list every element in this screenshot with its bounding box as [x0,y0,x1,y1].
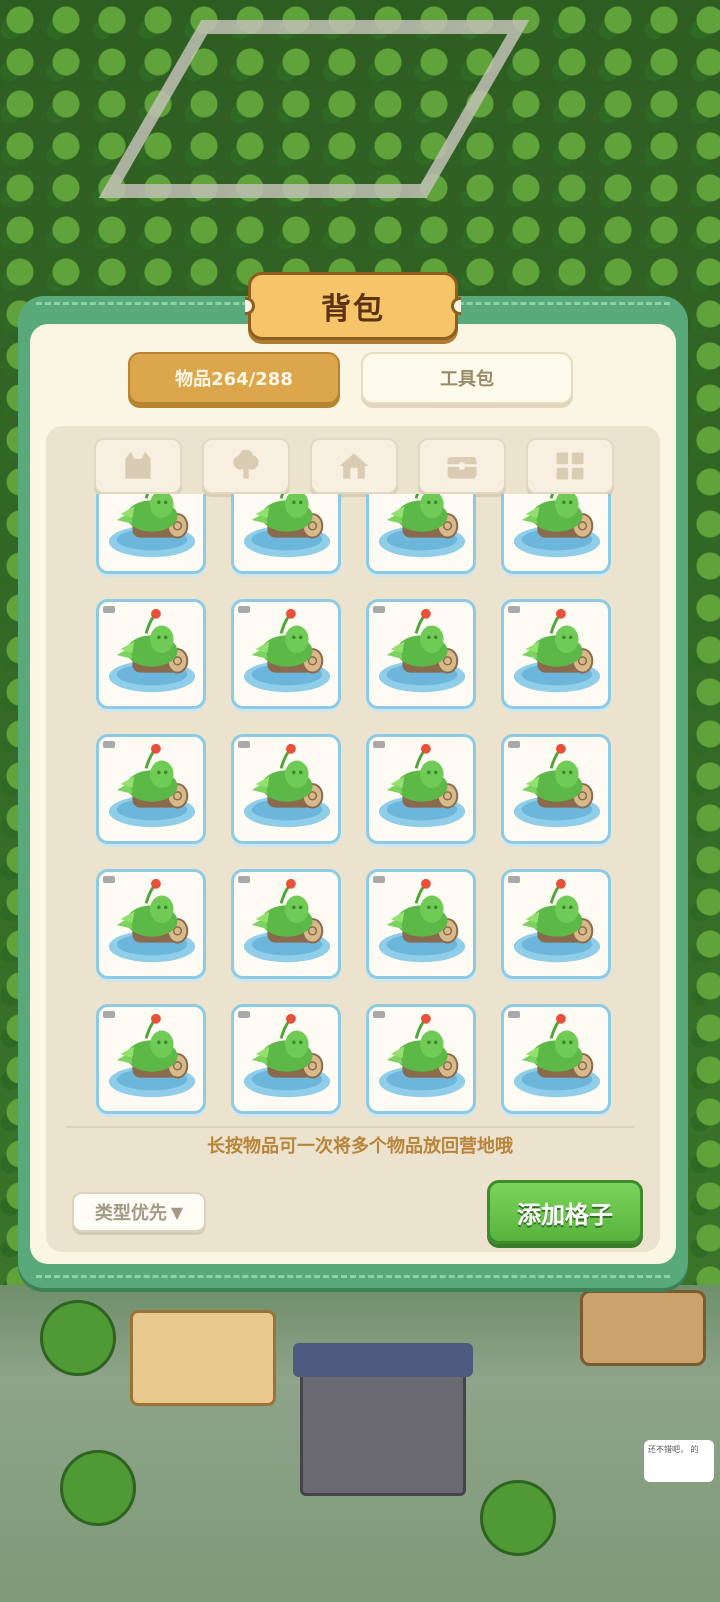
mossy-log-pond-icon [243,878,331,963]
item-slot[interactable] [96,1004,206,1114]
filter-plants-button[interactable] [202,438,290,494]
mossy-log-pond-icon [378,743,466,828]
item-slot[interactable] [501,869,611,979]
triangle-down-icon: ▼ [170,1202,184,1222]
grid-icon [556,452,584,480]
stone-building[interactable] [293,1343,473,1496]
cake-stall[interactable] [130,1310,276,1406]
tree-decoration [60,1450,136,1526]
mossy-log-pond-icon [108,1013,196,1098]
item-slot[interactable] [501,494,611,574]
mossy-log-pond-icon [243,743,331,828]
tree-decoration [40,1300,116,1376]
filter-all-button[interactable] [526,438,614,494]
mossy-log-pond-icon [108,743,196,828]
item-slot[interactable] [96,599,206,709]
mossy-log-pond-icon [243,494,331,558]
mossy-log-pond-icon [378,878,466,963]
mossy-log-pond-icon [513,494,601,558]
item-slot[interactable] [96,869,206,979]
food-truck[interactable] [580,1290,706,1366]
house-icon [339,453,369,479]
mossy-log-pond-icon [378,494,466,558]
item-slot[interactable] [366,1004,476,1114]
item-slot[interactable] [96,734,206,844]
mossy-log-pond-icon [108,494,196,558]
filter-buildings-button[interactable] [310,438,398,494]
item-grid[interactable] [60,494,650,1120]
item-slot[interactable] [501,734,611,844]
mossy-log-pond-icon [243,608,331,693]
chat-bubble: 还不错吧， 的 [644,1440,714,1482]
item-slot[interactable] [501,1004,611,1114]
item-slot[interactable] [231,869,341,979]
item-slot[interactable] [366,734,476,844]
mossy-log-pond-icon [378,1013,466,1098]
tree-icon [233,449,259,479]
add-slots-button[interactable]: 添加格子 [487,1180,643,1244]
mossy-log-pond-icon [513,743,601,828]
item-slot[interactable] [96,494,206,574]
stone-path [98,20,530,198]
item-slot[interactable] [231,494,341,574]
item-slot[interactable] [366,494,476,574]
mossy-log-pond-icon [513,608,601,693]
divider [66,1126,634,1128]
filter-chests-button[interactable] [418,438,506,494]
mossy-log-pond-icon [513,1013,601,1098]
item-slot[interactable] [366,869,476,979]
backpack-title-plaque: 背包 [245,272,461,340]
filter-pets-button[interactable] [94,438,182,494]
mossy-log-pond-icon [108,608,196,693]
sort-label: 类型优先 [94,1203,167,1224]
chest-icon [447,457,477,479]
tab-toolkit[interactable]: 工具包 [361,352,573,404]
backpack-title: 背包 [321,292,385,327]
item-slot[interactable] [231,1004,341,1114]
item-slot[interactable] [366,599,476,709]
sort-dropdown[interactable]: 类型优先 ▼ [72,1192,206,1232]
item-slot[interactable] [231,599,341,709]
mossy-log-pond-icon [108,878,196,963]
tab-items[interactable]: 物品264/288 [128,352,340,404]
item-slot[interactable] [501,599,611,709]
tree-decoration [480,1480,556,1556]
mossy-log-pond-icon [243,1013,331,1098]
mossy-log-pond-icon [378,608,466,693]
mossy-log-pond-icon [513,878,601,963]
hint-text: 长按物品可一次将多个物品放回营地哦 [207,1136,513,1157]
cat-icon [125,451,151,479]
item-slot[interactable] [231,734,341,844]
